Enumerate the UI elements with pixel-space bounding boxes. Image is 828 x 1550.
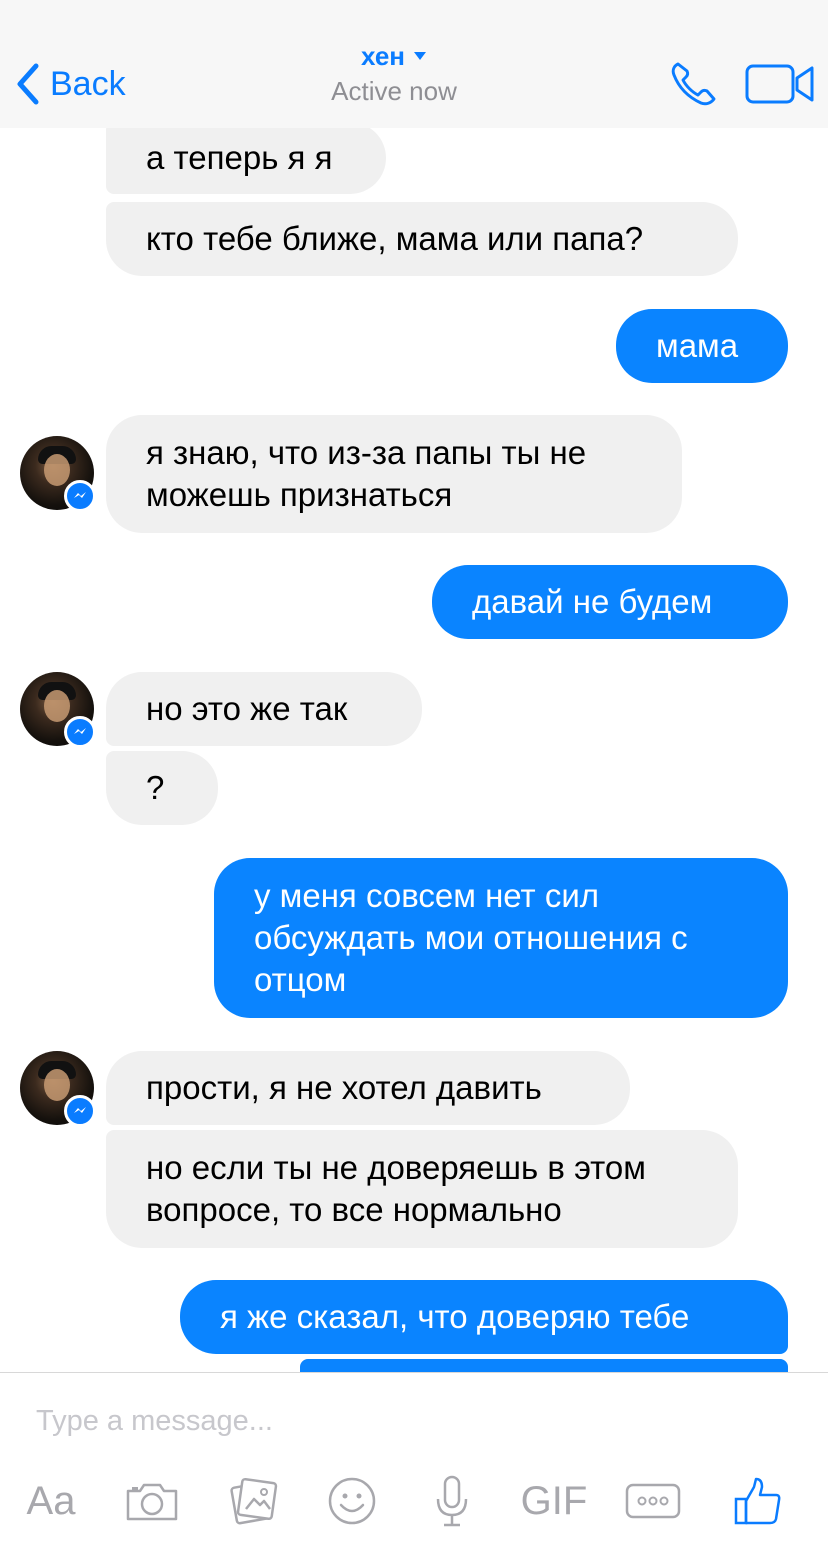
text-style-label: Aa [26,1478,76,1523]
photos-button[interactable] [228,1473,280,1529]
incoming-message[interactable]: кто тебе ближе, мама или папа? [106,202,738,276]
message-text: ? [146,769,165,806]
emoji-icon [328,1477,376,1525]
contact-avatar[interactable] [20,672,96,748]
incoming-message[interactable]: но если ты не доверяешь в этом вопросе, … [106,1130,738,1248]
video-call-button[interactable] [744,62,816,106]
message-text: я же сказал, что доверяю тебе [220,1298,690,1335]
contact-avatar[interactable] [20,1051,96,1127]
voice-button[interactable] [432,1473,472,1529]
video-camera-icon [745,64,814,104]
phone-icon [671,62,716,106]
camera-button[interactable] [124,1473,180,1529]
emoji-button[interactable] [326,1473,378,1529]
outgoing-message[interactable]: у меня совсем нет сил обсуждать мои отно… [214,858,788,1018]
message-composer: Aa GIF [0,1372,828,1550]
incoming-message[interactable]: но это же так [106,672,422,746]
outgoing-message[interactable]: мама [616,309,788,383]
back-button[interactable]: Back [14,62,126,106]
text-style-button[interactable]: Aa [20,1473,82,1529]
message-text: но это же так [146,690,348,727]
gif-button[interactable]: GIF [518,1473,590,1529]
contact-title[interactable]: хен Active now [264,40,524,107]
message-text: но если ты не доверяешь в этом вопросе, … [146,1149,646,1228]
thumbs-up-icon [734,1477,781,1525]
outgoing-message[interactable]: давай не будем [432,565,788,639]
photo-icon [230,1477,278,1525]
message-text: у меня совсем нет сил обсуждать мои отно… [254,877,688,998]
gif-label: GIF [520,1478,588,1523]
caret-down-icon [413,52,426,60]
message-text: мама [656,327,739,364]
back-label: Back [50,65,126,103]
contact-avatar[interactable] [20,436,96,512]
messenger-badge-icon [64,480,96,512]
contact-name: хен [361,40,405,71]
microphone-icon [436,1475,468,1527]
chevron-left-icon [17,63,39,105]
message-text: прости, я не хотел давить [146,1069,542,1106]
messenger-badge-icon [64,1095,96,1127]
outgoing-message-partial[interactable] [300,1359,788,1372]
message-text: кто тебе ближе, мама или папа? [146,220,644,257]
message-text: а теперь я я [146,139,333,176]
incoming-message[interactable]: а теперь я я [106,128,386,194]
active-status: Active now [331,76,457,106]
message-input[interactable] [36,1397,796,1445]
message-thread[interactable]: а теперь я я кто тебе ближе, мама или па… [0,128,828,1372]
camera-icon [126,1483,178,1521]
more-button[interactable] [624,1473,682,1529]
outgoing-message[interactable]: я же сказал, что доверяю тебе [180,1280,788,1354]
like-button[interactable] [732,1473,784,1529]
message-text: я знаю, что из-за папы ты не можешь приз… [146,434,587,513]
conversation-header: Back хен Active now [0,0,828,128]
incoming-message[interactable]: я знаю, что из-за папы ты не можешь приз… [106,415,682,533]
call-button[interactable] [668,60,720,108]
more-icon [625,1483,681,1519]
incoming-message[interactable]: прости, я не хотел давить [106,1051,630,1125]
messenger-badge-icon [64,716,96,748]
incoming-message[interactable]: ? [106,751,218,825]
message-text: давай не будем [472,583,713,620]
